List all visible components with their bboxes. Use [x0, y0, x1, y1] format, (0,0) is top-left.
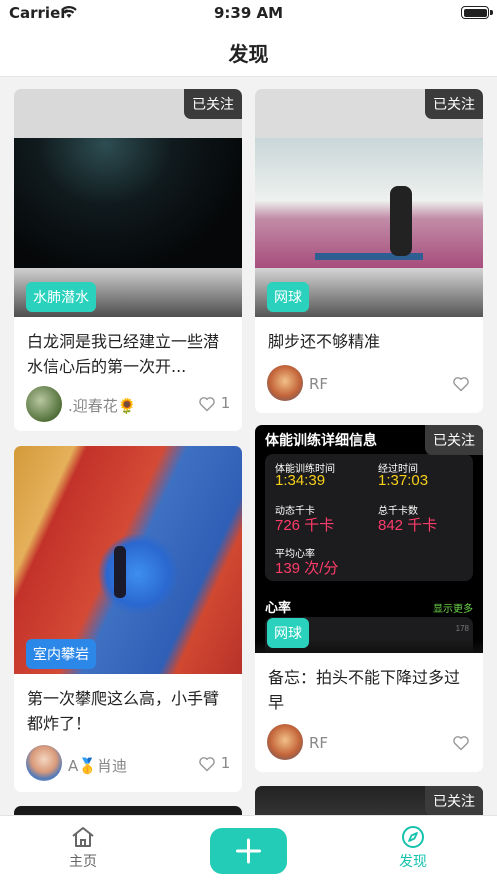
post-card-climbing[interactable]: 室内攀岩 第一次攀爬这么高，小手臂都炸了！ A🥇肖迪 1 — [14, 446, 242, 792]
heart-icon — [453, 735, 469, 750]
post-title[interactable]: 白龙洞是我已经建立一些潜水信心后的第一次开... — [27, 329, 230, 379]
author-name[interactable]: RF — [309, 375, 328, 393]
elapsed-time: 1:37:03 — [378, 472, 429, 489]
post-card-tennis[interactable]: 已关注 网球 脚步还不够精准 RF — [255, 89, 483, 413]
avatar[interactable] — [26, 745, 62, 781]
follow-button[interactable]: 已关注 — [425, 89, 483, 119]
heart-rate-label: 心率 — [265, 600, 292, 615]
show-more-link: 显示更多 — [433, 604, 473, 615]
post-card-workout[interactable]: 体能训练详细信息 体能训练时间 1:34:39 经过时间 1:37:03 动态千… — [255, 425, 483, 772]
avg-hr: 139 次/分 — [275, 560, 339, 577]
avatar[interactable] — [267, 365, 303, 401]
tag-badge[interactable]: 网球 — [267, 282, 309, 312]
add-post-button[interactable] — [210, 828, 287, 874]
plus-icon — [236, 838, 261, 864]
post-title[interactable]: 备忘：拍头不能下降过多过早 — [268, 665, 471, 715]
training-time: 1:34:39 — [275, 472, 326, 489]
post-title[interactable]: 第一次攀爬这么高，小手臂都炸了！ — [27, 686, 230, 736]
total-kcal: 842 千卡 — [378, 517, 438, 534]
page-title: 发现 — [228, 42, 269, 66]
tag-badge[interactable]: 网球 — [267, 618, 309, 648]
tab-bar: 主页 发现 — [0, 815, 497, 883]
tab-discover-label: 发现 — [399, 854, 427, 870]
like-button[interactable]: 1 — [198, 754, 230, 772]
like-count: 1 — [220, 394, 231, 412]
compass-icon — [402, 826, 424, 848]
tag-badge[interactable]: 室内攀岩 — [26, 639, 96, 669]
avatar[interactable] — [26, 386, 62, 422]
tab-discover[interactable]: 发现 — [373, 825, 453, 871]
avatar[interactable] — [267, 724, 303, 760]
tab-home-label: 主页 — [69, 854, 97, 870]
post-card-diving[interactable]: 已关注 水肺潜水 白龙洞是我已经建立一些潜水信心后的第一次开... .迎春花🌻 … — [14, 89, 242, 431]
tag-badge[interactable]: 水肺潜水 — [26, 282, 96, 312]
status-time: 9:39 AM — [213, 4, 284, 22]
active-kcal: 726 千卡 — [275, 517, 335, 534]
follow-button[interactable]: 已关注 — [425, 786, 483, 816]
nav-bar: 发现 — [0, 26, 497, 77]
author-name[interactable]: RF — [309, 734, 328, 752]
like-count: 1 — [220, 754, 231, 772]
heart-icon — [199, 756, 215, 771]
heart-icon — [453, 376, 469, 391]
like-button[interactable] — [452, 374, 470, 392]
heart-icon — [199, 396, 215, 411]
author-name[interactable]: .迎春花🌻 — [68, 395, 136, 416]
home-icon — [72, 827, 94, 847]
workout-header: 体能训练详细信息 — [265, 432, 377, 448]
post-title[interactable]: 脚步还不够精准 — [268, 329, 471, 354]
status-bar: Carrier 9:39 AM — [0, 0, 497, 26]
hr-axis-label: 178 — [455, 624, 469, 633]
like-button[interactable]: 1 — [198, 394, 230, 412]
battery-icon — [461, 6, 493, 19]
author-name[interactable]: A🥇肖迪 — [68, 755, 127, 776]
follow-button[interactable]: 已关注 — [184, 89, 242, 119]
tab-home[interactable]: 主页 — [43, 825, 123, 871]
follow-button[interactable]: 已关注 — [425, 425, 483, 455]
like-button[interactable] — [452, 733, 470, 751]
